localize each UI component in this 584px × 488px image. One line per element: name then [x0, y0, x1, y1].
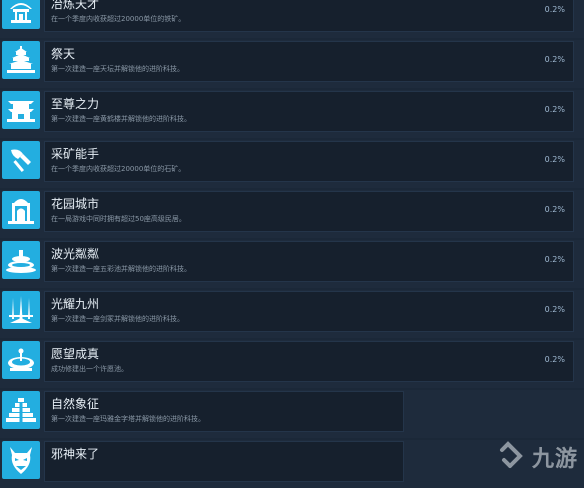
pagoda-icon — [2, 91, 40, 129]
achievement-desc: 第一次建造一座五彩池并解锁他的进阶科技。 — [51, 265, 191, 273]
achievement-title: 冶炼天才 — [51, 0, 100, 11]
achievement-bar: 祭天 第一次建造一座天坛并解锁他的进阶科技。 0.2% — [44, 41, 574, 82]
achievement-desc: 在一局游戏中同时拥有超过50座高级民居。 — [51, 215, 186, 223]
unlock-percentage: 0.2% — [544, 355, 565, 364]
unlock-percentage: 0.2% — [544, 155, 565, 164]
axe-icon — [2, 141, 40, 179]
unlock-percentage: 0.2% — [544, 255, 565, 264]
temple-of-heaven-icon — [2, 41, 40, 79]
achievement-row[interactable]: 波光粼粼 第一次建造一座五彩池并解锁他的进阶科技。 0.2% — [0, 240, 584, 288]
pyramid-icon — [2, 391, 40, 429]
achievement-bar: 光耀九州 第一次建造一座剑冢并解锁他的进阶科技。 0.2% — [44, 291, 574, 332]
achievement-title: 光耀九州 — [51, 297, 100, 311]
achievement-desc: 在一个季度内收获超过20000单位的铁矿。 — [51, 15, 186, 23]
achievement-bar: 采矿能手 在一个季度内收获超过20000单位的石矿。 0.2% — [44, 141, 574, 182]
achievement-row[interactable]: 至尊之力 第一次建造一座黄鹤楼并解锁他的进阶科技。 0.2% — [0, 90, 584, 138]
watermark-text: 九游 — [531, 447, 578, 472]
achievement-desc: 第一次建造一座黄鹤楼并解锁他的进阶科技。 — [51, 115, 191, 123]
achievement-bar: 邪神来了 — [44, 441, 404, 482]
achievement-row[interactable]: 冶炼天才 在一个季度内收获超过20000单位的铁矿。 0.2% — [0, 0, 584, 38]
achievement-title: 愿望成真 — [51, 347, 100, 361]
unlock-percentage: 0.2% — [544, 205, 565, 214]
nine-game-logo-icon — [499, 441, 523, 468]
achievement-row[interactable]: 采矿能手 在一个季度内收获超过20000单位的石矿。 0.2% — [0, 140, 584, 188]
shrine-icon — [2, 0, 40, 29]
achievement-bar: 愿望成真 成功修建出一个许愿池。 0.2% — [44, 341, 574, 382]
achievement-title: 花园城市 — [51, 197, 100, 211]
achievement-row[interactable]: 花园城市 在一局游戏中同时拥有超过50座高级民居。 0.2% — [0, 190, 584, 238]
achievement-desc: 在一个季度内收获超过20000单位的石矿。 — [51, 165, 186, 173]
achievement-bar: 冶炼天才 在一个季度内收获超过20000单位的铁矿。 0.2% — [44, 0, 574, 32]
pool-icon — [2, 241, 40, 279]
achievement-title: 祭天 — [51, 47, 76, 61]
unlock-percentage: 0.2% — [544, 105, 565, 114]
gate-icon — [2, 191, 40, 229]
watermark-logo: 九游 — [494, 440, 578, 474]
achievement-row[interactable]: 自然象征 第一次建造一座玛雅金字塔并解锁他的进阶科技。 — [0, 390, 584, 438]
unlock-percentage: 0.2% — [544, 55, 565, 64]
achievement-bar: 至尊之力 第一次建造一座黄鹤楼并解锁他的进阶科技。 0.2% — [44, 91, 574, 132]
achievement-desc: 成功修建出一个许愿池。 — [51, 365, 128, 373]
achievement-bar: 波光粼粼 第一次建造一座五彩池并解锁他的进阶科技。 0.2% — [44, 241, 574, 282]
swords-icon — [2, 291, 40, 329]
achievement-bar: 花园城市 在一局游戏中同时拥有超过50座高级民居。 0.2% — [44, 191, 574, 232]
achievement-list: 冶炼天才 在一个季度内收获超过20000单位的铁矿。 0.2% 祭天 第一次建造… — [0, 0, 584, 488]
achievement-title: 邪神来了 — [51, 447, 100, 461]
achievement-desc: 第一次建造一座天坛并解锁他的进阶科技。 — [51, 65, 184, 73]
achievement-title: 波光粼粼 — [51, 247, 100, 261]
achievement-title: 自然象征 — [51, 397, 100, 411]
achievement-title: 至尊之力 — [51, 97, 100, 111]
fountain-icon — [2, 341, 40, 379]
achievement-desc: 第一次建造一座玛雅金字塔并解锁他的进阶科技。 — [51, 415, 205, 423]
demon-mask-icon — [2, 441, 40, 479]
achievement-desc: 第一次建造一座剑冢并解锁他的进阶科技。 — [51, 315, 184, 323]
unlock-percentage: 0.2% — [544, 5, 565, 14]
unlock-percentage: 0.2% — [544, 305, 565, 314]
achievement-bar: 自然象征 第一次建造一座玛雅金字塔并解锁他的进阶科技。 — [44, 391, 404, 432]
achievement-row[interactable]: 愿望成真 成功修建出一个许愿池。 0.2% — [0, 340, 584, 388]
achievement-title: 采矿能手 — [51, 147, 100, 161]
achievement-row[interactable]: 光耀九州 第一次建造一座剑冢并解锁他的进阶科技。 0.2% — [0, 290, 584, 338]
achievement-row[interactable]: 祭天 第一次建造一座天坛并解锁他的进阶科技。 0.2% — [0, 40, 584, 88]
